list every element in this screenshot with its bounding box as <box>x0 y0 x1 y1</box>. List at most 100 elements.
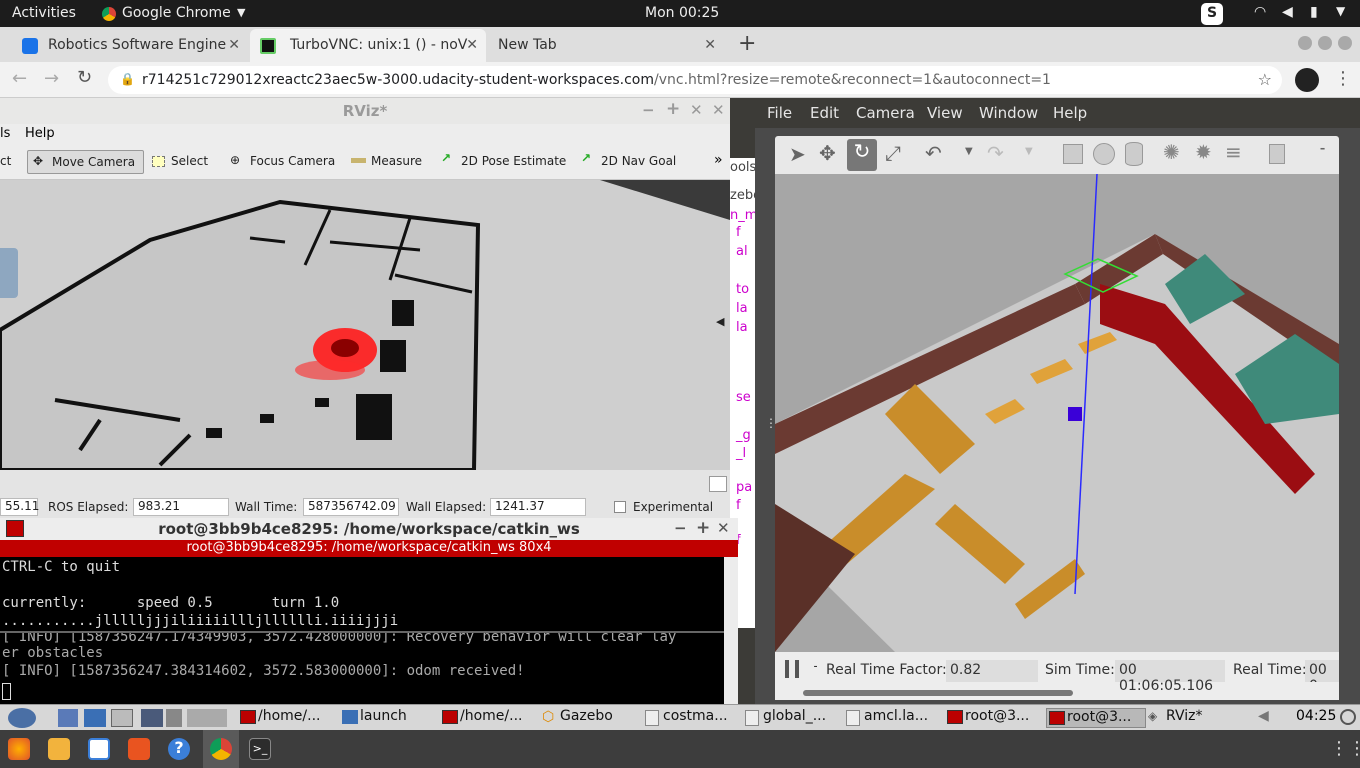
close-icon[interactable]: ✕ <box>690 101 703 119</box>
app-grid-icon[interactable]: ⋮⋮ <box>1330 738 1360 759</box>
copy-icon[interactable] <box>1269 144 1285 164</box>
kebab-menu-icon[interactable]: ⋮ <box>1334 68 1352 89</box>
bookmark-star-icon[interactable]: ☆ <box>1258 70 1272 89</box>
collapse-right-icon[interactable]: ◀ <box>716 315 724 328</box>
vnc-desktop[interactable]: RViz* − + ✕ ✕ ls Help ct ✥ Move Camera Se… <box>0 98 1360 704</box>
app-menu[interactable]: Google Chrome <box>122 5 231 21</box>
reload-icon[interactable]: ↻ <box>77 67 92 88</box>
back-arrow-icon[interactable]: ← <box>12 68 27 89</box>
forward-arrow-icon[interactable]: → <box>44 68 59 89</box>
url-input[interactable]: 🔒 r714251c729012xreactc23aec5w-3000.udac… <box>108 66 1282 94</box>
minimize-icon[interactable]: − <box>674 519 687 537</box>
taskbar-item[interactable]: /home/... <box>440 708 540 728</box>
minimize-icon[interactable]: − <box>642 101 655 119</box>
taskbar-item[interactable]: /home/... <box>238 708 338 728</box>
cylinder-shape-icon[interactable] <box>1125 142 1143 166</box>
volume-icon[interactable]: ◀ <box>1282 4 1293 20</box>
undo-icon[interactable]: ↶ <box>925 141 942 165</box>
user-avatar[interactable]: S <box>1201 3 1223 25</box>
taskbar-item[interactable]: root@3... <box>945 708 1045 728</box>
menu-camera[interactable]: Camera <box>856 104 915 122</box>
sphere-shape-icon[interactable] <box>1093 143 1115 165</box>
files-icon[interactable] <box>166 709 182 727</box>
nav-goal-tool[interactable]: ↗ 2D Nav Goal <box>577 150 682 174</box>
maximize-window-button[interactable] <box>1318 36 1332 50</box>
tab-turbovnc[interactable]: TurboVNC: unix:1 () - noV ✕ <box>250 29 486 62</box>
tab-new[interactable]: New Tab ✕ <box>488 29 724 62</box>
battery-icon[interactable]: ▮ <box>1310 4 1318 20</box>
menu-tools[interactable]: ls <box>0 126 10 141</box>
more-tools-icon[interactable]: » <box>714 152 723 168</box>
menu-view[interactable]: View <box>927 104 963 122</box>
interact-tool[interactable]: ct <box>0 150 17 174</box>
measure-tool[interactable]: Measure <box>347 150 428 174</box>
close-icon[interactable]: ✕ <box>704 37 716 53</box>
start-menu-icon[interactable] <box>8 708 36 728</box>
tab-robotics[interactable]: Robotics Software Engine ✕ <box>8 29 248 62</box>
horizontal-scrollbar[interactable] <box>803 690 1073 696</box>
translate-icon[interactable]: ✥ <box>819 141 836 165</box>
software-icon[interactable] <box>128 738 150 760</box>
left-panel-handle[interactable]: ⋮ <box>765 416 777 430</box>
writer-icon[interactable] <box>88 738 110 760</box>
rviz-3d-viewport[interactable]: ◀ <box>0 180 730 470</box>
help-icon[interactable]: ? <box>168 738 190 760</box>
close-icon[interactable]: ✕ <box>712 101 725 119</box>
maximize-icon[interactable]: + <box>666 99 680 119</box>
terminal-launch-icon[interactable] <box>141 709 163 727</box>
rotate-icon[interactable]: ↻ <box>847 139 877 171</box>
select-tool[interactable]: Select <box>147 150 214 174</box>
taskbar-clock[interactable]: 04:25 <box>1296 708 1336 724</box>
window-icon[interactable] <box>111 709 133 727</box>
time-panel-button[interactable] <box>709 476 727 492</box>
terminal-upper-pane[interactable]: CTRL-C to quit currently: speed 0.5 turn… <box>0 557 724 631</box>
firefox-icon[interactable] <box>8 738 30 760</box>
menu-help[interactable]: Help <box>25 126 55 141</box>
chevron-down-icon[interactable]: ▼ <box>965 146 973 157</box>
menu-window[interactable]: Window <box>979 104 1038 122</box>
system-menu-chevron-icon[interactable]: ▼ <box>1336 4 1345 18</box>
profile-avatar[interactable] <box>1295 68 1319 92</box>
chevron-down-icon[interactable]: ▼ <box>1025 146 1033 157</box>
terminal-window[interactable]: root@3bb9b4ce8295: /home/workspace/catki… <box>0 518 738 704</box>
menu-help[interactable]: Help <box>1053 104 1087 122</box>
activities-button[interactable]: Activities <box>12 5 76 21</box>
system-clock[interactable]: Mon 00:25 <box>645 5 719 21</box>
experimental-checkbox[interactable] <box>614 501 626 513</box>
box-shape-icon[interactable] <box>1063 144 1083 164</box>
close-icon[interactable]: ✕ <box>228 37 240 53</box>
taskbar-item[interactable]: costma... <box>643 708 743 728</box>
pose-estimate-tool[interactable]: ↗ 2D Pose Estimate <box>437 150 572 174</box>
taskbar-item[interactable]: launch <box>340 708 440 728</box>
launcher-icon[interactable] <box>84 709 106 727</box>
taskbar-item[interactable]: ◈ RViz* <box>1146 708 1246 728</box>
move-camera-tool[interactable]: ✥ Move Camera <box>27 150 144 174</box>
terminal-scrollbar[interactable] <box>724 557 738 704</box>
files-icon[interactable] <box>48 738 70 760</box>
pause-icon[interactable] <box>785 660 799 678</box>
focus-camera-tool[interactable]: ⊕ Focus Camera <box>226 150 341 174</box>
chrome-icon[interactable] <box>210 738 232 760</box>
terminal-icon[interactable]: >_ <box>249 738 271 760</box>
power-icon[interactable] <box>1340 709 1356 725</box>
taskbar-item[interactable]: global_... <box>743 708 843 728</box>
workspace-switcher[interactable] <box>187 709 227 727</box>
more-icon[interactable]: ⁃ <box>1319 142 1326 158</box>
spot-light-icon[interactable]: ✹ <box>1195 140 1212 164</box>
maximize-icon[interactable]: + <box>696 518 710 538</box>
close-icon[interactable]: ✕ <box>466 37 478 53</box>
taskbar-item-active[interactable]: root@3... <box>1046 708 1146 728</box>
gazebo-3d-viewport[interactable]: ⋮ <box>775 174 1339 652</box>
wifi-icon[interactable]: ◠ <box>1254 4 1266 20</box>
close-window-button[interactable] <box>1338 36 1352 50</box>
panel-toggle-left[interactable] <box>0 248 18 298</box>
taskbar-item[interactable]: ⬡ Gazebo <box>540 708 640 728</box>
terminal-lower-pane[interactable]: [ INFO] [1587356247.174349903, 3572.4280… <box>0 633 724 704</box>
taskbar-item[interactable]: amcl.la... <box>844 708 944 728</box>
menu-edit[interactable]: Edit <box>810 104 839 122</box>
directional-light-icon[interactable]: ≡ <box>1225 140 1242 164</box>
select-arrow-icon[interactable]: ➤ <box>789 142 806 166</box>
new-tab-plus-icon[interactable]: + <box>738 31 756 56</box>
step-icon[interactable]: ⁃ <box>813 662 818 673</box>
close-icon[interactable]: ✕ <box>717 519 730 537</box>
